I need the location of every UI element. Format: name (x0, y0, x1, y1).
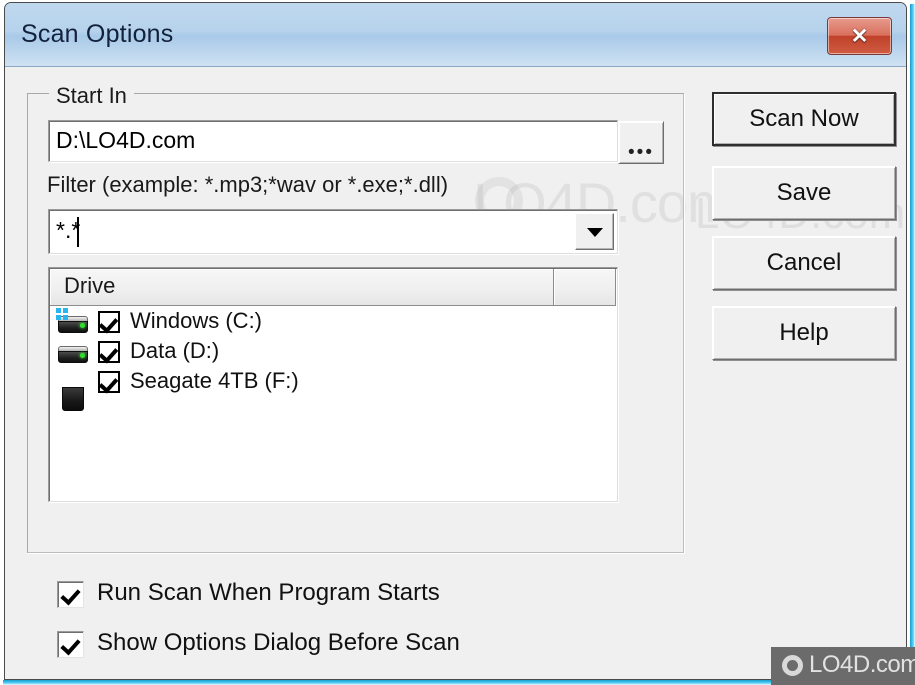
drive-list-view[interactable]: Drive Windows (C:) Data (D:) Seagate 4TB… (48, 267, 618, 502)
checkbox-label: Show Options Dialog Before Scan (97, 629, 460, 656)
table-row[interactable]: Windows (C:) (50, 307, 616, 337)
window-edge-bottom (3, 680, 912, 685)
save-button[interactable]: Save (712, 166, 896, 220)
column-header-blank[interactable] (554, 269, 616, 306)
cancel-button[interactable]: Cancel (712, 236, 896, 290)
drive-checkbox[interactable] (98, 311, 120, 333)
window-title: Scan Options (21, 20, 174, 48)
drive-checkbox[interactable] (98, 341, 120, 363)
browse-button[interactable]: ••• (618, 121, 664, 164)
checkbox-box[interactable] (57, 581, 84, 608)
start-in-value: D:\LO4D.com (56, 127, 196, 153)
hard-drive-tower-icon (56, 367, 90, 411)
help-button[interactable]: Help (712, 306, 896, 360)
start-in-input[interactable]: D:\LO4D.com (48, 120, 618, 162)
windows-drive-icon (56, 307, 90, 337)
chevron-down-icon (586, 227, 603, 237)
table-row[interactable]: Data (D:) (50, 337, 616, 367)
checkbox-label: Run Scan When Program Starts (97, 579, 440, 606)
drive-label: Seagate 4TB (F:) (130, 368, 299, 393)
list-header: Drive (50, 269, 616, 306)
drive-label: Data (D:) (130, 338, 220, 363)
drive-checkbox[interactable] (98, 371, 120, 393)
ellipsis-icon: ••• (628, 142, 654, 163)
close-icon: ✕ (850, 24, 869, 48)
checkbox-box[interactable] (57, 631, 84, 658)
list-body: Windows (C:) Data (D:) Seagate 4TB (F:) (50, 307, 616, 500)
hard-drive-icon (56, 337, 90, 367)
close-button[interactable]: ✕ (827, 17, 892, 55)
column-header-drive[interactable]: Drive (50, 269, 554, 306)
window-edge-right (910, 4, 915, 685)
filter-combobox[interactable]: *.* (48, 209, 618, 254)
filter-label: Filter (example: *.mp3;*wav or *.exe;*.d… (47, 172, 449, 197)
title-bar[interactable]: Scan Options ✕ (5, 3, 906, 67)
filter-dropdown-button[interactable] (575, 213, 614, 250)
windows-logo-icon (56, 308, 69, 320)
scan-options-dialog: Scan Options ✕ LO4D.com LO4D.com Start I… (4, 2, 907, 680)
dialog-client-area: LO4D.com LO4D.com Start In D:\LO4D.com •… (5, 67, 906, 679)
table-row[interactable]: Seagate 4TB (F:) (50, 367, 616, 411)
text-caret (77, 217, 79, 247)
groupbox-legend: Start In (49, 83, 134, 109)
scan-now-button[interactable]: Scan Now (712, 92, 896, 146)
drive-label: Windows (C:) (130, 308, 263, 333)
